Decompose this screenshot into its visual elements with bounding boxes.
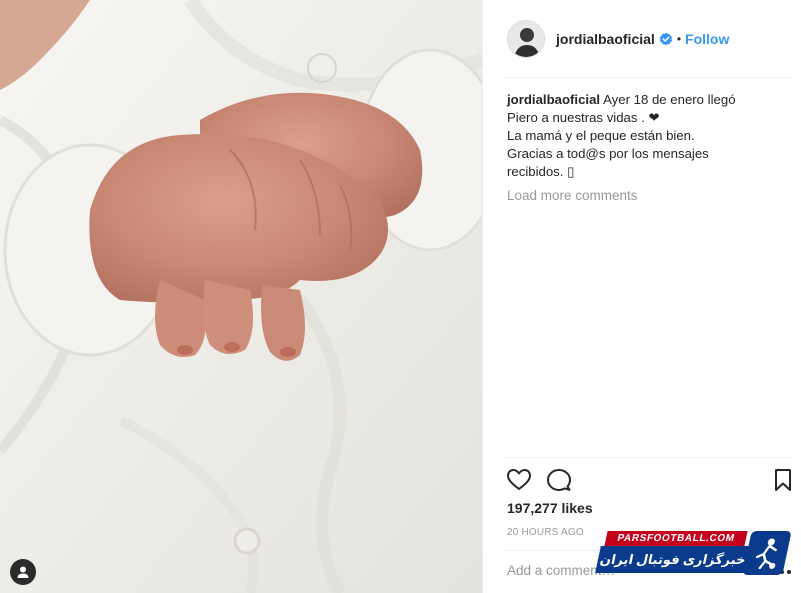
post-photo[interactable] (0, 0, 482, 593)
actions-divider (503, 457, 792, 458)
football-player-icon (742, 531, 792, 575)
caption-line: Piero a nuestras vidas . ❤ (507, 110, 660, 125)
header-separator: • (676, 32, 682, 46)
comment-bubble-icon (547, 469, 571, 491)
post-author-username[interactable]: jordialbaoficial (556, 31, 655, 47)
bookmark-icon (775, 469, 791, 491)
caption-line: jordialbaoficial Ayer 18 de enero llegó (507, 91, 757, 109)
caption-line: recibidos. ▯ (507, 164, 575, 179)
user-tag-icon (17, 566, 29, 578)
heart-icon (507, 469, 531, 490)
header-divider (503, 77, 792, 78)
save-button[interactable] (770, 467, 796, 493)
baby-hands-image (0, 0, 482, 593)
load-more-comments-link[interactable]: Load more comments (507, 188, 638, 203)
post-sidebar: jordialbaoficial • Follow jordialbaofici… (482, 0, 801, 593)
avatar-image (508, 21, 544, 57)
post-header: jordialbaoficial • Follow (483, 0, 801, 78)
like-button[interactable] (506, 467, 532, 493)
caption-line: Gracias a tod@s por los mensajes (507, 146, 709, 161)
comment-button[interactable] (546, 467, 572, 493)
post-caption: jordialbaoficial Ayer 18 de enero llegó P… (507, 91, 757, 181)
watermark-site: PARSFOOTBALL.COM (604, 531, 748, 546)
avatar[interactable] (507, 20, 545, 58)
post-timestamp[interactable]: 20 HOURS AGO (507, 527, 584, 538)
follow-button[interactable]: Follow (685, 31, 729, 47)
caption-username[interactable]: jordialbaoficial (507, 92, 600, 107)
verified-badge-icon (659, 32, 673, 46)
watermark-tagline: خبرگزاری فوتبال ایران (595, 546, 751, 573)
tagged-people-button[interactable] (10, 559, 36, 585)
likes-count[interactable]: 197,277 likes (507, 500, 593, 516)
caption-text: Ayer 18 de enero llegó (603, 92, 736, 107)
caption-line: La mamá y el peque están bien. (507, 128, 695, 143)
parsfootball-watermark: PARSFOOTBALL.COM خبرگزاری فوتبال ایران (595, 531, 792, 577)
instagram-post-view: jordialbaoficial • Follow jordialbaofici… (0, 0, 801, 593)
